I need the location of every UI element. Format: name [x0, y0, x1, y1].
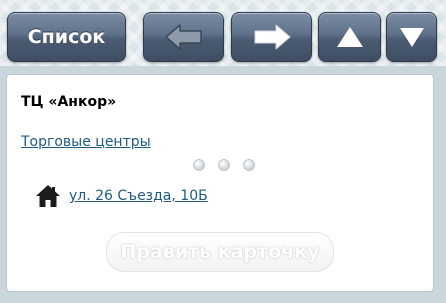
loading-dot: [243, 159, 255, 171]
arrow-left-icon: [164, 24, 202, 50]
address-row: ул. 26 Съезда, 10Б: [35, 183, 208, 209]
list-button-label: Список: [27, 26, 106, 48]
category-link[interactable]: Торговые центры: [21, 134, 151, 150]
house-icon: [36, 185, 60, 207]
triangle-up-icon: [336, 27, 363, 47]
triangle-down-icon: [399, 28, 424, 47]
toolbar: Список: [0, 0, 446, 66]
arrow-right-icon: [254, 24, 290, 50]
up-button[interactable]: [318, 12, 381, 62]
object-card: ТЦ «Анкор» Торговые центры ул. 26 Съезда…: [6, 74, 434, 292]
forward-button[interactable]: [231, 12, 312, 62]
list-button[interactable]: Список: [7, 12, 126, 62]
address-link[interactable]: ул. 26 Съезда, 10Б: [69, 188, 208, 204]
edit-card-button[interactable]: Править карточку: [106, 232, 334, 272]
back-button[interactable]: [143, 12, 224, 62]
edit-card-button-label: Править карточку: [120, 241, 320, 263]
loading-dot: [193, 159, 205, 171]
card-title: ТЦ «Анкор»: [21, 94, 117, 110]
loading-dot: [218, 159, 230, 171]
down-button[interactable]: [386, 12, 437, 62]
loading-indicator: [193, 159, 255, 171]
